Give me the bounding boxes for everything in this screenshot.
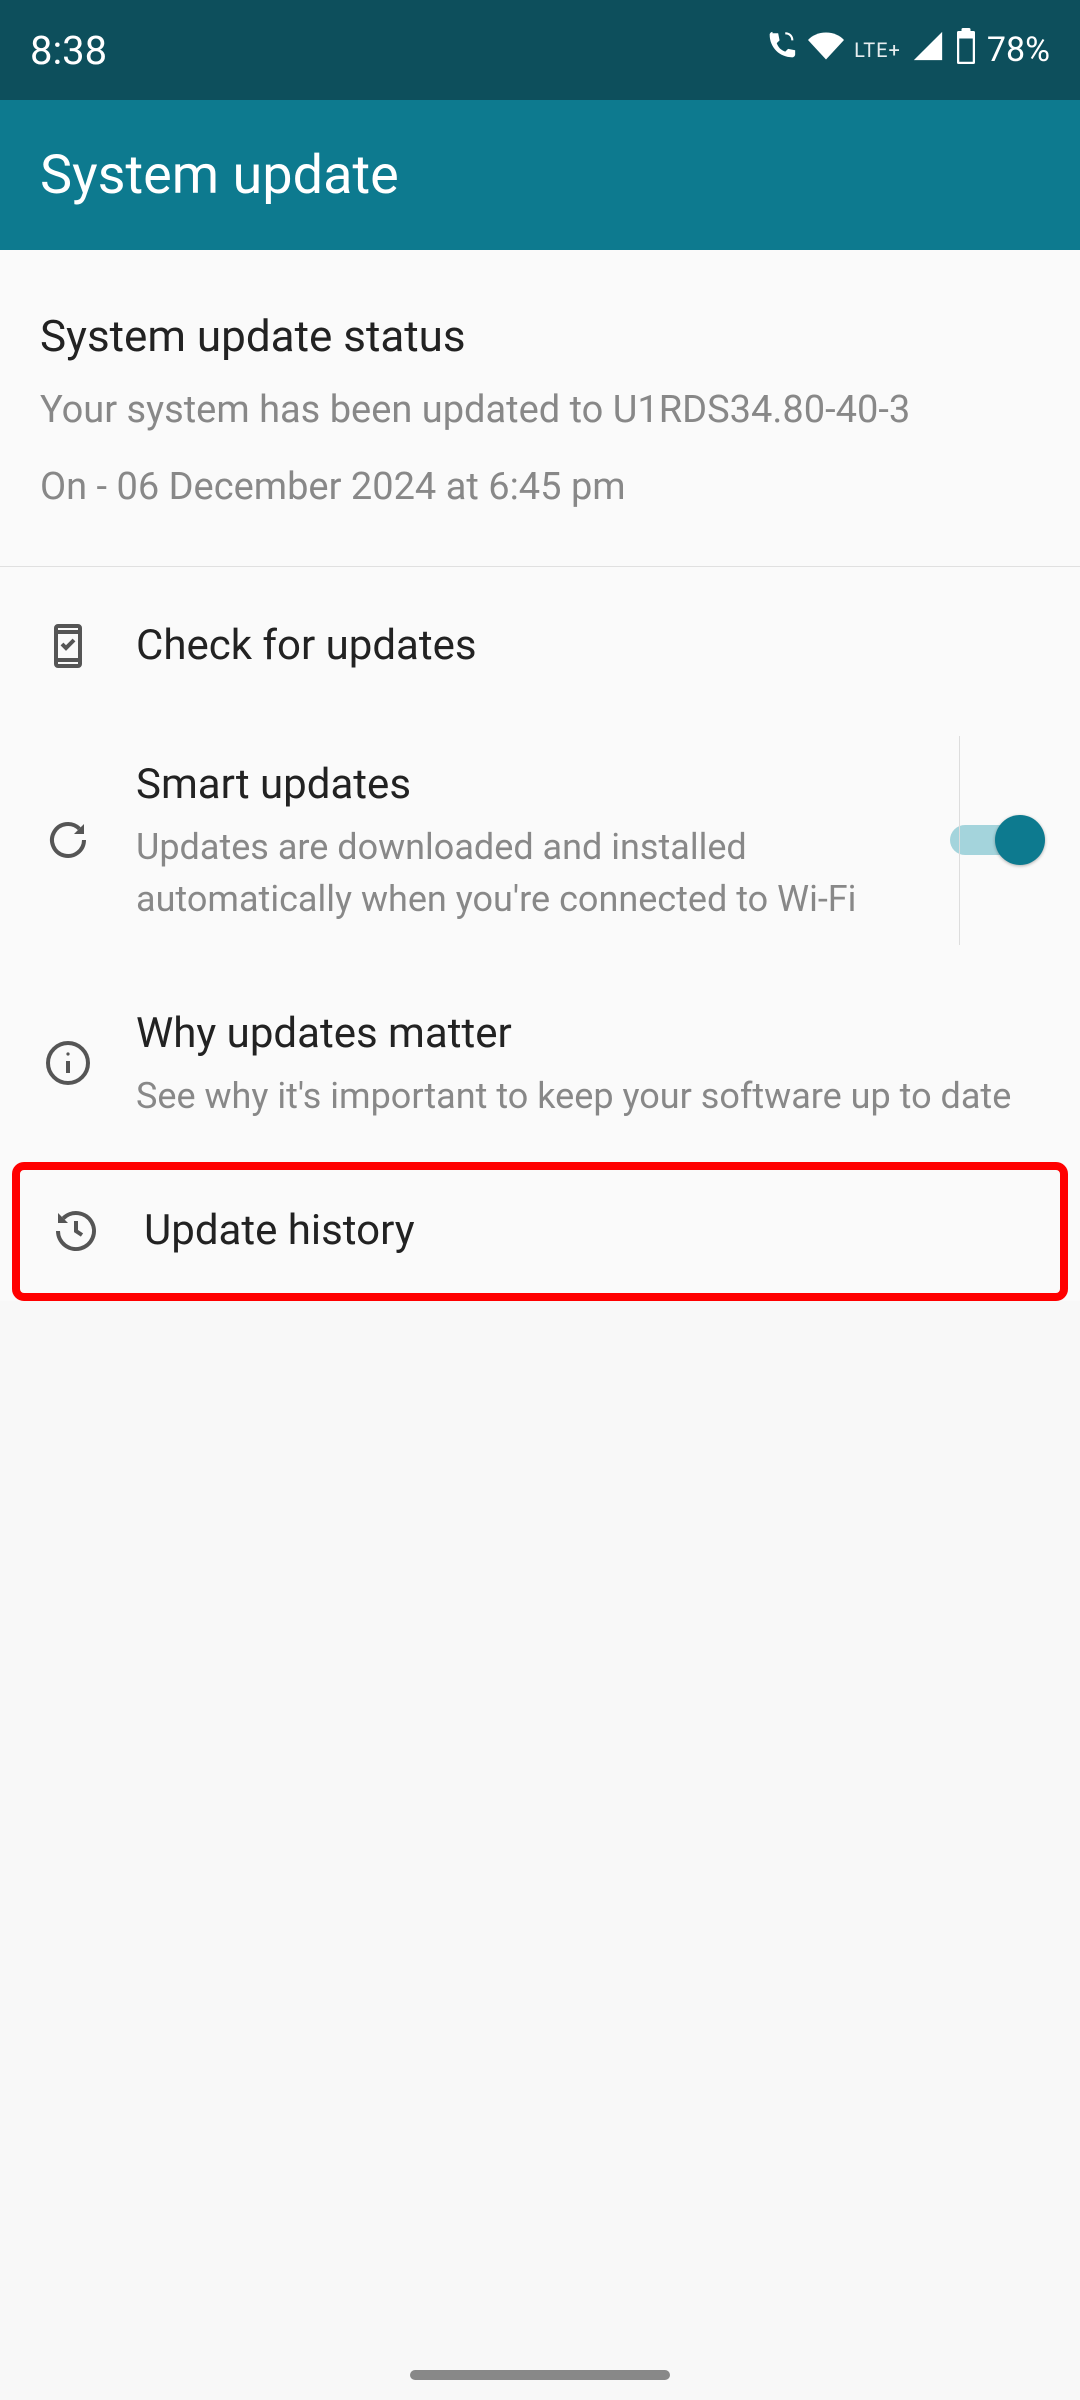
status-heading: System update status (40, 310, 1040, 362)
status-time: 8:38 (30, 27, 107, 74)
network-type-label: LTE+ (854, 38, 901, 62)
status-bar: 8:38 LTE+ 78% (0, 0, 1080, 100)
navigation-handle[interactable] (410, 2370, 670, 2380)
page-title: System update (40, 144, 399, 207)
status-date-line: On - 06 December 2024 at 6:45 pm (40, 459, 1040, 516)
check-for-updates-label: Check for updates (136, 617, 1040, 676)
smart-updates-item[interactable]: Smart updates Updates are downloaded and… (0, 716, 1080, 965)
refresh-icon (40, 812, 96, 868)
check-for-updates-item[interactable]: Check for updates (0, 577, 1080, 716)
why-updates-matter-item[interactable]: Why updates matter See why it's importan… (0, 965, 1080, 1162)
history-icon (48, 1203, 104, 1259)
info-icon (40, 1035, 96, 1091)
wifi-calling-icon (764, 29, 798, 72)
battery-icon (955, 28, 977, 73)
status-icons: LTE+ 78% (764, 28, 1050, 73)
update-history-label: Update history (144, 1202, 1032, 1261)
status-version-line: Your system has been updated to U1RDS34.… (40, 382, 1040, 439)
app-bar: System update (0, 100, 1080, 250)
wifi-icon (808, 28, 844, 73)
phone-check-icon (40, 618, 96, 674)
signal-icon (911, 29, 945, 72)
smart-updates-toggle[interactable] (950, 815, 1040, 865)
update-status-section: System update status Your system has bee… (0, 250, 1080, 567)
highlight-annotation: Update history (12, 1162, 1068, 1301)
battery-percentage: 78% (987, 30, 1050, 70)
why-updates-label: Why updates matter (136, 1005, 1040, 1064)
smart-updates-label: Smart updates (136, 756, 910, 815)
settings-list: Check for updates Smart updates Updates … (0, 567, 1080, 1301)
why-updates-sub: See why it's important to keep your soft… (136, 1070, 1040, 1122)
update-history-item[interactable]: Update history (20, 1170, 1060, 1293)
smart-updates-sub: Updates are downloaded and installed aut… (136, 821, 910, 925)
